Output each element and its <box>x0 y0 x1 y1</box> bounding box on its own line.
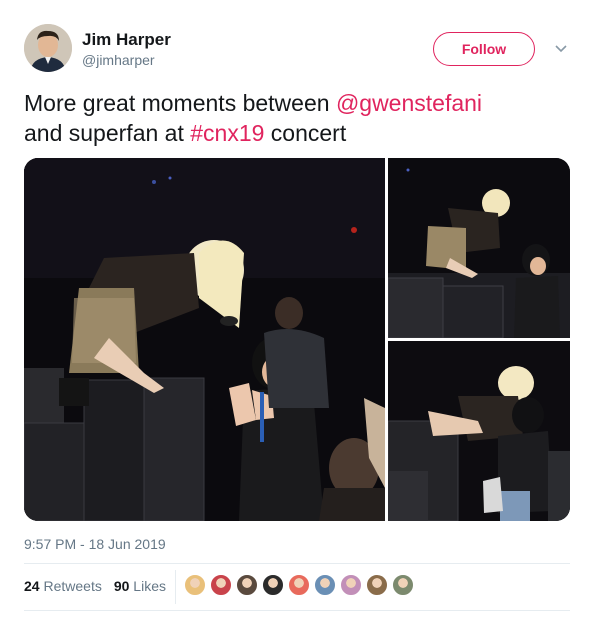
liker-avatar[interactable] <box>184 574 206 596</box>
mention-link[interactable]: @gwenstefani <box>336 90 482 116</box>
likes-stat[interactable]: 90 Likes <box>114 578 166 594</box>
follow-button[interactable]: Follow <box>433 32 535 66</box>
tweet-text-part-3: concert <box>264 120 347 146</box>
retweets-label: Retweets <box>43 578 102 594</box>
liker-avatar[interactable] <box>340 574 362 596</box>
tweet-timestamp[interactable]: 9:57 PM - 18 Jun 2019 <box>24 536 166 552</box>
tweet-text-part-2: and superfan at <box>24 120 191 146</box>
engagement-stats: 24 Retweets 90 Likes <box>24 578 166 594</box>
divider <box>24 563 570 564</box>
author-avatar[interactable] <box>24 24 72 72</box>
author-name[interactable]: Jim Harper <box>82 30 171 50</box>
likes-count: 90 <box>113 578 130 594</box>
author-handle[interactable]: @jimharper <box>82 52 155 68</box>
stats-separator <box>175 570 176 604</box>
tweet-text-part-1: More great moments between <box>24 90 336 116</box>
liker-avatar[interactable] <box>288 574 310 596</box>
liker-avatar[interactable] <box>262 574 284 596</box>
liker-avatars <box>184 574 414 596</box>
concert-photo-top-right[interactable] <box>388 158 570 338</box>
chevron-down-icon[interactable] <box>553 40 569 56</box>
media-grid <box>24 158 570 521</box>
tweet-text: More great moments between @gwenstefani a… <box>24 88 576 148</box>
liker-avatar[interactable] <box>366 574 388 596</box>
liker-avatar[interactable] <box>392 574 414 596</box>
hashtag-link[interactable]: #cnx19 <box>190 120 264 146</box>
liker-avatar[interactable] <box>314 574 336 596</box>
liker-avatar[interactable] <box>210 574 232 596</box>
liker-avatar[interactable] <box>236 574 258 596</box>
concert-photo-bottom-right[interactable] <box>388 341 570 521</box>
retweets-stat[interactable]: 24 Retweets <box>24 578 102 594</box>
divider <box>24 610 570 611</box>
likes-label: Likes <box>133 578 166 594</box>
retweets-count: 24 <box>24 578 40 594</box>
concert-photo-large[interactable] <box>24 158 385 521</box>
